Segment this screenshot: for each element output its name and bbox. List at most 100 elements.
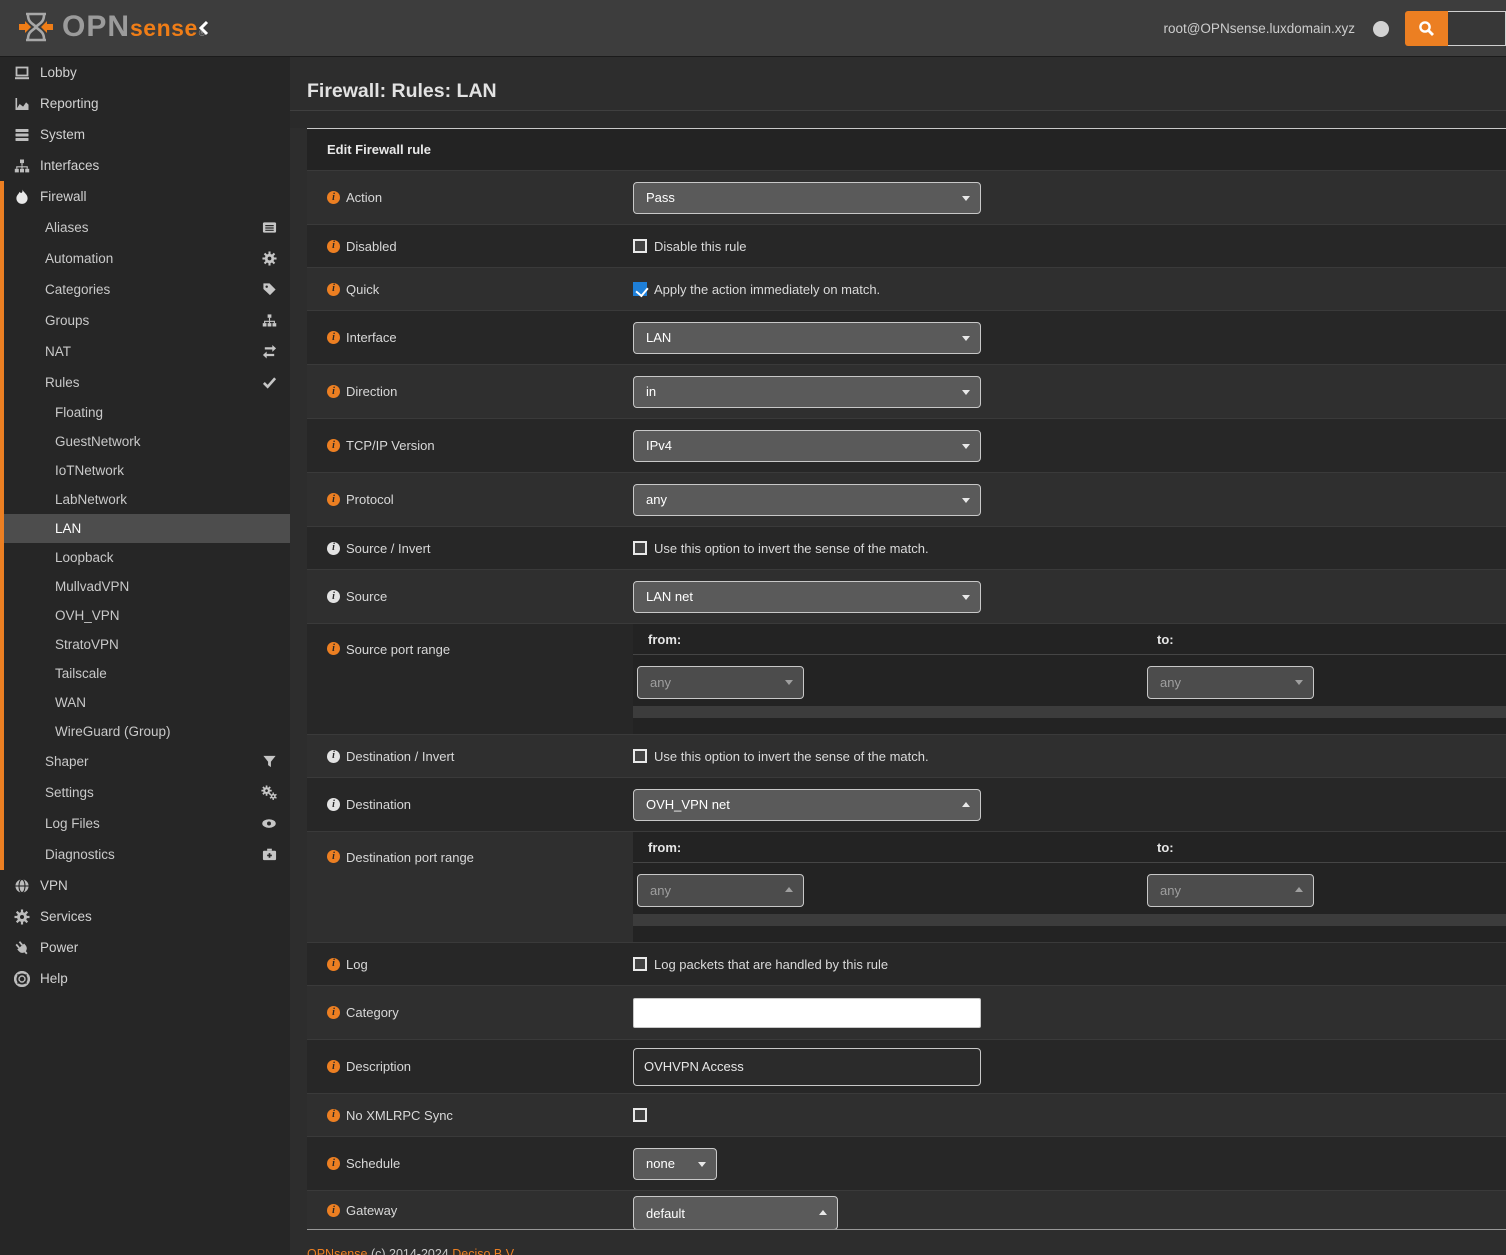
info-icon[interactable] [327, 1157, 340, 1170]
info-icon[interactable] [327, 542, 340, 555]
info-icon[interactable] [327, 1109, 340, 1122]
info-icon[interactable] [327, 642, 340, 655]
sidebar-item-rules-floating[interactable]: Floating [4, 398, 290, 427]
footer-opnsense-link[interactable]: OPNsense [307, 1247, 367, 1255]
destination-invert-checkbox[interactable] [633, 749, 647, 763]
info-icon[interactable] [327, 240, 340, 253]
destination-select[interactable]: OVH_VPN net [633, 789, 981, 821]
sidebar-item-rules-wireguard-group[interactable]: WireGuard (Group) [4, 717, 290, 746]
footer-deciso-link[interactable]: Deciso B.V. [452, 1247, 516, 1255]
port-from-header: from: [633, 840, 1147, 855]
info-icon[interactable] [327, 1006, 340, 1019]
sidebar-item-rules-labnetwork[interactable]: LabNetwork [4, 485, 290, 514]
source-port-from-select[interactable]: any [637, 666, 804, 699]
info-icon[interactable] [327, 1204, 340, 1217]
sidebar-item-rules-tailscale[interactable]: Tailscale [4, 659, 290, 688]
sidebar-item-interfaces[interactable]: Interfaces [0, 150, 290, 181]
log-checkbox[interactable] [633, 957, 647, 971]
form-row-log: Log Log packets that are handled by this… [307, 942, 1506, 985]
no-xmlrpc-sync-checkbox[interactable] [633, 1108, 647, 1122]
sidebar-item-rules-iotnetwork[interactable]: IoTNetwork [4, 456, 290, 485]
sidebar-collapse-chevron-left-icon[interactable] [196, 19, 212, 37]
interface-select[interactable]: LAN [633, 322, 981, 354]
caret-up-icon [819, 1210, 827, 1215]
description-input[interactable] [633, 1048, 981, 1086]
info-icon[interactable] [327, 798, 340, 811]
gear-icon [262, 251, 277, 266]
status-indicator-dot[interactable] [1373, 21, 1389, 37]
source-select[interactable]: LAN net [633, 581, 981, 613]
info-icon[interactable] [327, 191, 340, 204]
sidebar-item-firewall[interactable]: Firewall [4, 181, 290, 212]
sidebar-item-rules-wan[interactable]: WAN [4, 688, 290, 717]
sidebar-item-rules-stratovpn[interactable]: StratoVPN [4, 630, 290, 659]
source-port-table: from: to: any any [633, 624, 1506, 734]
protocol-select[interactable]: any [633, 484, 981, 516]
sidebar-item-rules-guestnetwork[interactable]: GuestNetwork [4, 427, 290, 456]
sidebar-item-rules-ovh-vpn[interactable]: OVH_VPN [4, 601, 290, 630]
horizontal-scrollbar[interactable] [633, 706, 1506, 718]
caret-down-icon [785, 680, 793, 685]
sidebar-item-rules[interactable]: Rules [4, 367, 290, 398]
info-icon[interactable] [327, 283, 340, 296]
info-icon[interactable] [327, 750, 340, 763]
form-row-quick: Quick Apply the action immediately on ma… [307, 267, 1506, 310]
quick-checkbox[interactable] [633, 282, 647, 296]
ipversion-select[interactable]: IPv4 [633, 430, 981, 462]
sidebar-item-lobby[interactable]: Lobby [0, 57, 290, 88]
sidebar-item-vpn[interactable]: VPN [0, 870, 290, 901]
caret-down-icon [962, 196, 970, 201]
caret-up-icon [1295, 887, 1303, 892]
form-row-protocol: Protocol any [307, 472, 1506, 526]
opnsense-logo[interactable]: OPNsense® [18, 9, 205, 45]
info-icon[interactable] [327, 850, 340, 863]
info-icon[interactable] [327, 590, 340, 603]
sidebar-item-shaper[interactable]: Shaper [4, 746, 290, 777]
tag-icon [262, 282, 277, 297]
destination-port-to-select[interactable]: any [1147, 874, 1314, 907]
info-icon[interactable] [327, 331, 340, 344]
sidebar-item-rules-mullvadvpn[interactable]: MullvadVPN [4, 572, 290, 601]
horizontal-scrollbar[interactable] [633, 914, 1506, 926]
source-port-to-select[interactable]: any [1147, 666, 1314, 699]
port-to-header: to: [1147, 840, 1506, 855]
caret-down-icon [962, 390, 970, 395]
sidebar-item-nat[interactable]: NAT [4, 336, 290, 367]
sidebar-item-help[interactable]: Help [0, 963, 290, 994]
sidebar-item-services[interactable]: Services [0, 901, 290, 932]
info-icon[interactable] [327, 439, 340, 452]
info-icon[interactable] [327, 493, 340, 506]
info-icon[interactable] [327, 958, 340, 971]
disabled-checkbox[interactable] [633, 239, 647, 253]
sidebar-item-groups[interactable]: Groups [4, 305, 290, 336]
sidebar-item-settings[interactable]: Settings [4, 777, 290, 808]
source-invert-checkbox[interactable] [633, 541, 647, 555]
sidebar-item-log-files[interactable]: Log Files [4, 808, 290, 839]
sidebar-item-aliases[interactable]: Aliases [4, 212, 290, 243]
title-divider [290, 110, 1506, 128]
info-icon[interactable] [327, 385, 340, 398]
direction-select[interactable]: in [633, 376, 981, 408]
sidebar-item-categories[interactable]: Categories [4, 274, 290, 305]
sidebar-item-rules-lan[interactable]: LAN [4, 514, 290, 543]
caret-down-icon [962, 444, 970, 449]
sidebar-item-automation[interactable]: Automation [4, 243, 290, 274]
sidebar-item-rules-loopback[interactable]: Loopback [4, 543, 290, 572]
sidebar-item-reporting[interactable]: Reporting [0, 88, 290, 119]
form-row-description: Description [307, 1039, 1506, 1093]
medkit-icon [262, 847, 277, 862]
destination-port-from-select[interactable]: any [637, 874, 804, 907]
gateway-select[interactable]: default [633, 1196, 838, 1229]
action-select[interactable]: Pass [633, 182, 981, 214]
category-input[interactable] [633, 998, 981, 1028]
sidebar-item-power[interactable]: Power [0, 932, 290, 963]
search-input[interactable] [1448, 11, 1506, 46]
plug-icon [13, 940, 31, 956]
sidebar-item-diagnostics[interactable]: Diagnostics [4, 839, 290, 870]
search-button[interactable] [1405, 11, 1448, 46]
info-icon[interactable] [327, 1060, 340, 1073]
sidebar-item-system[interactable]: System [0, 119, 290, 150]
form-row-disabled: Disabled Disable this rule [307, 224, 1506, 267]
schedule-select[interactable]: none [633, 1148, 717, 1180]
form-row-action: Action Pass [307, 170, 1506, 224]
